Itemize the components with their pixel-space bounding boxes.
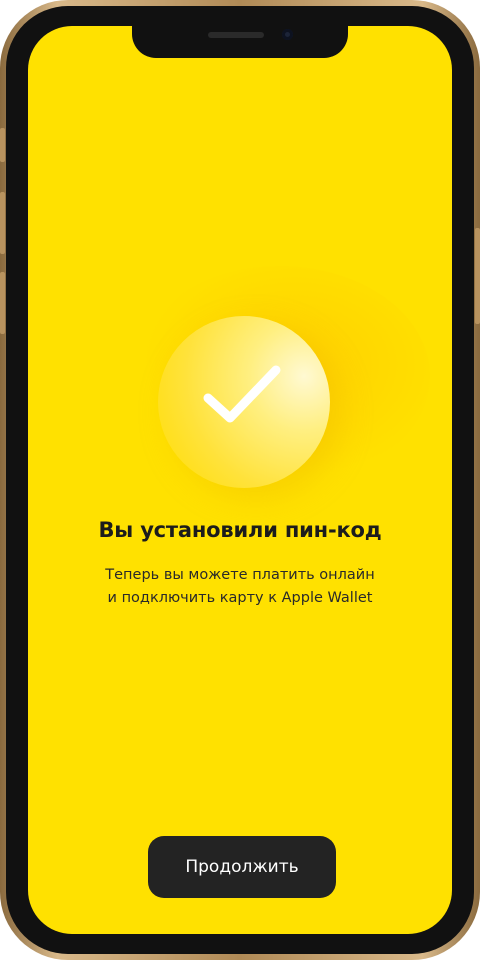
subtitle-line-1: Теперь вы можете платить онлайн (105, 567, 375, 583)
mute-switch (0, 128, 5, 162)
front-camera (282, 29, 293, 40)
power-button (475, 228, 480, 324)
volume-up-button (0, 192, 5, 254)
success-badge (158, 316, 330, 488)
speaker-grille (208, 32, 264, 38)
page-subtitle: Теперь вы можете платить онлайн и подклю… (28, 564, 452, 610)
notch (132, 26, 348, 58)
subtitle-line-2: и подключить карту к Apple Wallet (107, 590, 373, 606)
screen: Вы установили пин-код Теперь вы можете п… (28, 26, 452, 934)
page-title: Вы установили пин-код (98, 518, 382, 542)
continue-button[interactable]: Продолжить (148, 836, 336, 898)
device-frame: Вы установили пин-код Теперь вы можете п… (0, 0, 480, 960)
volume-down-button (0, 272, 5, 334)
checkmark-icon (203, 365, 281, 423)
